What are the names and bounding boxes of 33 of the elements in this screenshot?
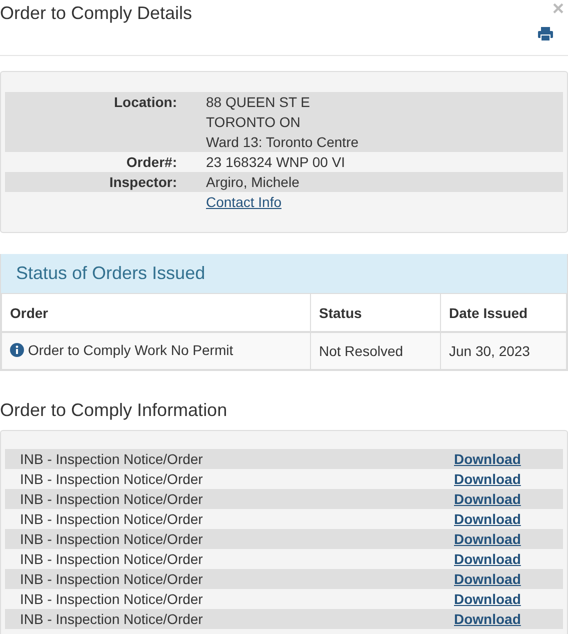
panel-title: Status of Orders Issued (1, 254, 567, 293)
field-value: Argiro, Michele (206, 173, 300, 192)
document-name: INB - Inspection Notice/Order (20, 570, 204, 589)
table-cell: Not Resolved (310, 332, 440, 370)
info-icon[interactable] (10, 343, 24, 357)
document-name: INB - Inspection Notice/Order (20, 470, 204, 489)
dialog-title: Order to Comply Details (0, 2, 192, 23)
field-label: Location: (113, 93, 177, 112)
download-link[interactable]: Download (454, 529, 521, 549)
download-link[interactable]: Download (454, 589, 521, 609)
field-value: 23 168324 WNP 00 VI (206, 153, 346, 172)
download-link[interactable]: Download (454, 549, 521, 569)
download-link[interactable]: Download (454, 569, 521, 589)
contact-info-link[interactable]: Contact Info (206, 194, 282, 210)
download-link[interactable]: Download (454, 489, 521, 509)
document-name: INB - Inspection Notice/Order (20, 530, 204, 549)
document-name: INB - Inspection Notice/Order (20, 590, 204, 609)
field-value: 88 QUEEN ST E TORONTO ON Ward 13: Toronto Centre (206, 93, 360, 152)
print-icon[interactable] (538, 27, 553, 41)
table-cell: Jun 30, 2023 (440, 332, 566, 370)
download-link[interactable]: Download (454, 609, 521, 629)
download-link[interactable]: Download (454, 509, 521, 529)
document-name: INB - Inspection Notice/Order (20, 450, 204, 469)
download-link[interactable]: Download (454, 449, 521, 469)
document-name: INB - Inspection Notice/Order (20, 610, 204, 629)
document-name: INB - Inspection Notice/Order (20, 550, 204, 569)
table-cell: Order to Comply Work No Permit (2, 332, 310, 370)
field-label: Inspector: (108, 173, 177, 192)
download-link[interactable]: Download (454, 469, 521, 489)
field-label: Order#: (125, 153, 177, 172)
document-name: INB - Inspection Notice/Order (20, 510, 204, 529)
document-name: INB - Inspection Notice/Order (20, 490, 204, 509)
section-heading: Order to Comply Information (0, 400, 228, 420)
